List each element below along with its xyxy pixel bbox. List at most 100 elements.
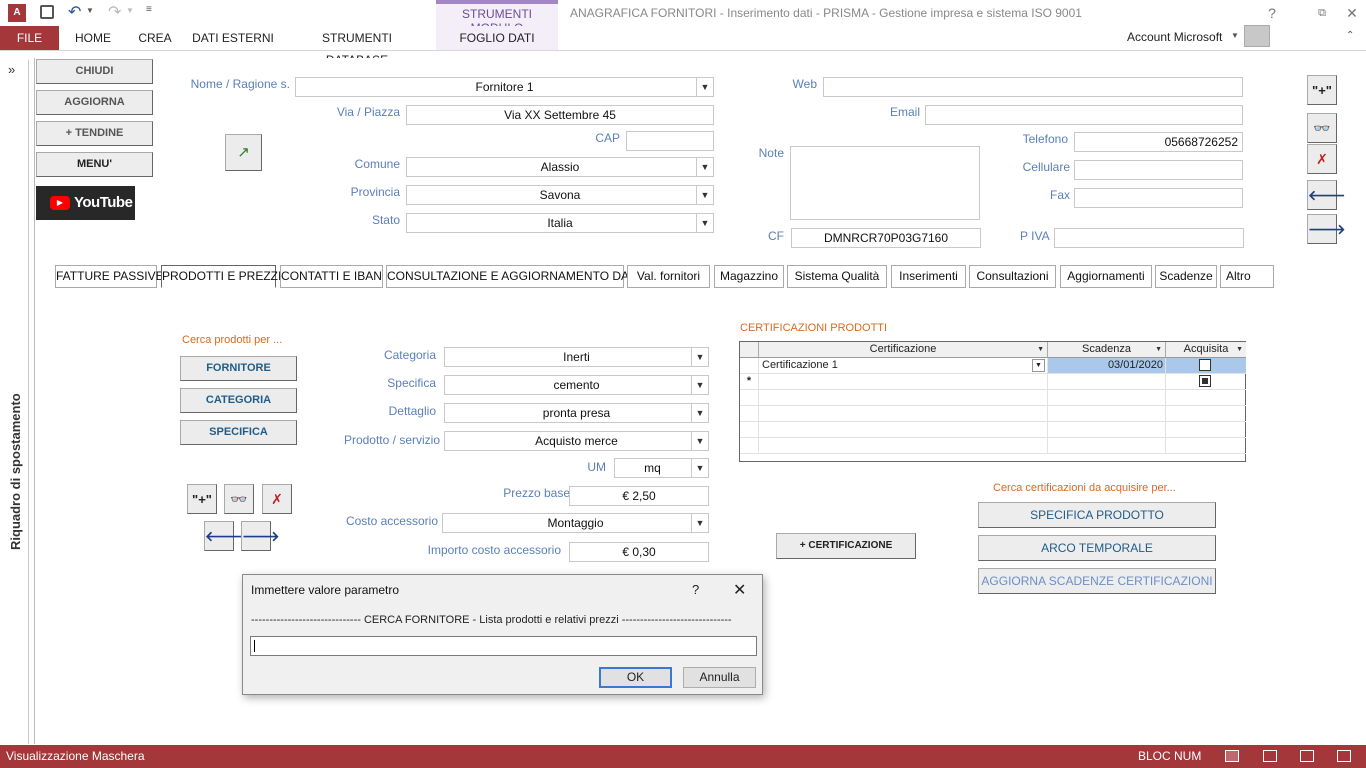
specifica-combo[interactable]: cemento ▼ (444, 375, 709, 395)
undo-dropdown-icon[interactable]: ▼ (86, 6, 94, 15)
cert-name-cell[interactable]: Certificazione 1 ▼ (759, 358, 1048, 374)
tab-foglio-dati[interactable]: FOGLIO DATI (436, 27, 558, 49)
tab-home[interactable]: HOME (68, 27, 118, 49)
aggiorna-scadenze-button[interactable]: AGGIORNA SCADENZE CERTIFICAZIONI (978, 568, 1216, 594)
delete-record-button[interactable]: ✗ (1307, 144, 1337, 174)
acquired-checkbox[interactable] (1199, 359, 1211, 371)
previous-product-button[interactable]: 🡐 (204, 521, 243, 551)
delete-product-button[interactable]: ✗ (262, 484, 292, 514)
cf-field[interactable]: DMNRCR70P03G7160 (791, 228, 981, 248)
arco-temporale-button[interactable]: ARCO TEMPORALE (978, 535, 1216, 561)
chevron-down-icon[interactable]: ▼ (691, 348, 708, 366)
cap-field[interactable] (626, 131, 714, 151)
nome-combo[interactable]: Fornitore 1 ▼ (295, 77, 714, 97)
tab-aggiornamenti[interactable]: Aggiornamenti (1060, 265, 1152, 288)
row-selector[interactable] (740, 358, 759, 374)
add-product-button[interactable]: "+" (187, 484, 217, 514)
chevron-down-icon[interactable]: ▼ (696, 78, 713, 96)
ok-button[interactable]: OK (599, 667, 672, 688)
tab-file[interactable]: FILE (0, 26, 59, 50)
importo-field[interactable]: € 0,30 (569, 542, 709, 562)
grid-selector-header[interactable] (740, 342, 759, 358)
close-window-icon[interactable]: ✕ (1343, 4, 1361, 22)
redo-dropdown-icon[interactable]: ▼ (126, 6, 134, 15)
cert-name-cell[interactable] (759, 374, 1048, 390)
tab-val-fornitori[interactable]: Val. fornitori (627, 265, 710, 288)
tab-crea[interactable]: CREA (134, 27, 176, 49)
tab-altro[interactable]: Altro (1220, 265, 1274, 288)
stato-combo[interactable]: Italia ▼ (406, 213, 714, 233)
costo-combo[interactable]: Montaggio ▼ (442, 513, 709, 533)
cellulare-field[interactable] (1074, 160, 1243, 180)
um-combo[interactable]: mq ▼ (614, 458, 709, 478)
tab-fatture-passive[interactable]: FATTURE PASSIVE (55, 265, 164, 288)
email-field[interactable] (925, 105, 1243, 125)
chevron-down-icon[interactable]: ▼ (691, 376, 708, 394)
tab-prodotti-e-prezzi[interactable]: PRODOTTI E PREZZI (161, 265, 281, 288)
chevron-down-icon[interactable]: ▼ (691, 432, 708, 450)
chevron-down-icon[interactable]: ▼ (691, 404, 708, 422)
tab-contatti-e-iban[interactable]: CONTATTI E IBAN (280, 265, 383, 288)
grid-header-scadenza[interactable]: Scadenza ▼ (1048, 342, 1166, 358)
tab-strumenti-database[interactable]: STRUMENTI DATABASE (290, 27, 424, 67)
ribbon-collapse-icon[interactable]: ⌃ (1346, 30, 1354, 41)
chevron-down-icon[interactable]: ▼ (696, 214, 713, 232)
chevron-down-icon[interactable]: ▼ (1236, 342, 1243, 357)
web-field[interactable] (823, 77, 1243, 97)
undo-icon[interactable]: ↶ (68, 2, 81, 22)
add-certificazione-button[interactable]: + CERTIFICAZIONE (776, 533, 916, 559)
piva-field[interactable] (1054, 228, 1244, 248)
certifications-grid[interactable]: Certificazione ▼ Scadenza ▼ Acquisita ▼ … (739, 341, 1246, 462)
tab-inserimenti[interactable]: Inserimenti (891, 265, 966, 288)
fax-field[interactable] (1074, 188, 1243, 208)
grid-header-acquisita[interactable]: Acquisita ▼ (1166, 342, 1246, 358)
telefono-field[interactable]: 05668726252 (1074, 132, 1243, 152)
chevron-down-icon[interactable]: ▼ (691, 459, 708, 477)
parameter-input[interactable] (250, 636, 757, 656)
chevron-down-icon[interactable]: ▼ (1037, 342, 1044, 357)
prezzo-field[interactable]: € 2,50 (569, 486, 709, 506)
tab-consultazioni[interactable]: Consultazioni (969, 265, 1056, 288)
tab-magazzino[interactable]: Magazzino (714, 265, 784, 288)
youtube-button[interactable]: ▶ YouTube (36, 186, 135, 220)
previous-record-button[interactable]: 🡐 (1307, 180, 1346, 210)
aggiorna-button[interactable]: AGGIORNA (36, 90, 153, 115)
cert-acquired-cell[interactable] (1166, 358, 1246, 374)
new-record-button[interactable]: "+" (1307, 75, 1337, 105)
chevron-down-icon[interactable]: ▼ (696, 158, 713, 176)
provincia-combo[interactable]: Savona ▼ (406, 185, 714, 205)
search-by-categoria-button[interactable]: CATEGORIA (180, 388, 297, 413)
restore-ribbon-icon[interactable]: ⧉ (1313, 4, 1331, 22)
design-view-icon[interactable] (1337, 750, 1351, 762)
avatar[interactable] (1244, 25, 1270, 47)
account-dropdown-icon[interactable]: ▼ (1231, 31, 1239, 40)
chiudi-button[interactable]: CHIUDI (36, 59, 153, 84)
search-by-specifica-button[interactable]: SPECIFICA (180, 420, 297, 445)
tab-scadenze[interactable]: Scadenze (1155, 265, 1217, 288)
chevron-down-icon[interactable]: ▼ (696, 186, 713, 204)
nav-toggle-icon[interactable]: » (8, 62, 15, 77)
via-field[interactable]: Via XX Settembre 45 (406, 105, 714, 125)
chevron-down-icon[interactable]: ▼ (1155, 342, 1162, 357)
cert-expiry-cell[interactable]: 03/01/2020 (1048, 358, 1166, 374)
form-view-icon[interactable] (1225, 750, 1239, 762)
redo-icon[interactable]: ↷ (108, 2, 121, 22)
help-icon[interactable]: ? (1263, 4, 1281, 22)
layout-view-icon[interactable] (1300, 750, 1314, 762)
chart-button[interactable]: ↗ (225, 134, 262, 171)
dialog-help-icon[interactable]: ? (692, 582, 699, 597)
chevron-down-icon[interactable]: ▼ (1032, 359, 1045, 372)
acquired-checkbox[interactable] (1199, 375, 1211, 387)
find-record-button[interactable]: 👓 (1307, 113, 1337, 143)
cert-expiry-cell[interactable] (1048, 374, 1166, 390)
dettaglio-combo[interactable]: pronta presa ▼ (444, 403, 709, 423)
tab-dati-esterni[interactable]: DATI ESTERNI (190, 27, 276, 49)
cert-acquired-cell[interactable] (1166, 374, 1246, 390)
tab-consultazione[interactable]: CONSULTAZIONE E AGGIORNAMENTO DATI (386, 265, 639, 288)
next-product-button[interactable]: 🡒 (241, 521, 280, 551)
comune-combo[interactable]: Alassio ▼ (406, 157, 714, 177)
datasheet-view-icon[interactable] (1263, 750, 1277, 762)
find-product-button[interactable]: 👓 (224, 484, 254, 514)
note-field[interactable] (790, 146, 980, 220)
navigation-pane[interactable]: » Riquadro di spostamento (0, 60, 29, 744)
